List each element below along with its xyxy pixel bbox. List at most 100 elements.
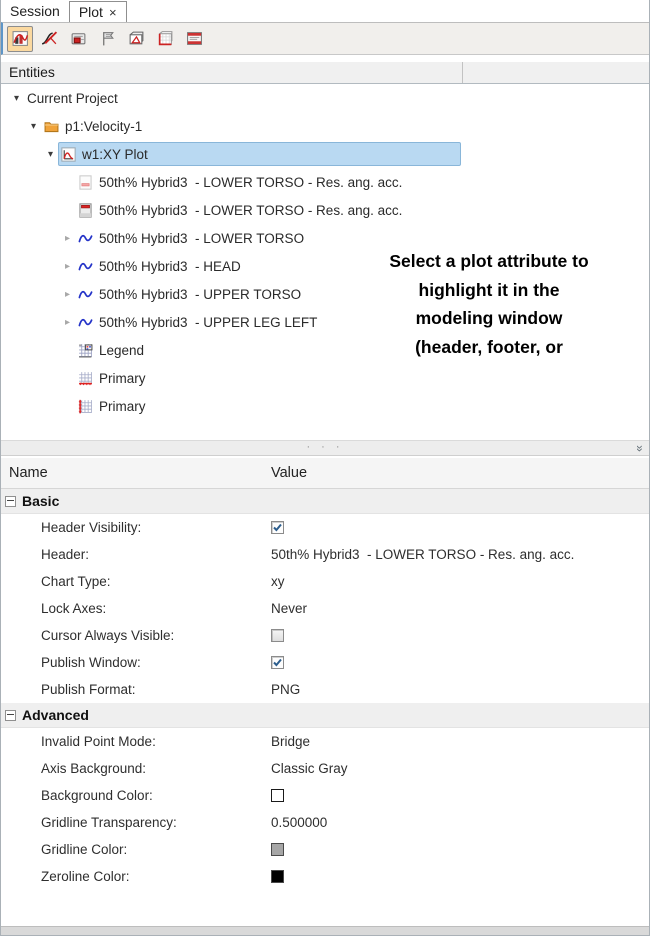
property-value[interactable] (271, 870, 284, 883)
property-value[interactable]: xy (271, 574, 285, 589)
property-row: Background Color: (1, 782, 649, 809)
curve-icon (78, 287, 93, 302)
property-value[interactable] (271, 789, 284, 802)
tree-item-label: 50th% Hybrid3 - LOWER TORSO (99, 231, 304, 246)
tree-item-label: Primary (99, 399, 146, 414)
collapse-minus-icon[interactable] (5, 710, 16, 721)
property-label: Chart Type: (41, 574, 111, 589)
property-value[interactable]: PNG (271, 682, 300, 697)
tree-item-content: p1:Velocity-1 (41, 114, 461, 138)
tree-item-content: w1:XY Plot (58, 142, 461, 166)
tree-item[interactable]: Primary (1, 392, 649, 420)
tree-item[interactable]: ▾w1:XY Plot (1, 140, 649, 168)
notes-icon (70, 30, 87, 47)
property-label: Gridline Transparency: (41, 815, 177, 830)
toolbar-axes-button[interactable] (152, 26, 178, 52)
horizontal-axis-icon (78, 371, 93, 386)
tree-item[interactable]: Primary (1, 364, 649, 392)
name-column-header[interactable]: Name (9, 465, 48, 481)
tree-item-label: p1:Velocity-1 (65, 119, 142, 134)
tree-item[interactable]: ▸50th% Hybrid3 - UPPER TORSO (1, 280, 649, 308)
property-label: Lock Axes: (41, 601, 106, 616)
toolbar-curves-button[interactable] (36, 26, 62, 52)
checkbox-checked[interactable] (271, 656, 284, 669)
plot-browser-panel: SessionPlot× Entities ▾Current Project▾p… (0, 0, 650, 936)
vertical-axis-icon (78, 399, 93, 414)
entities-column-header[interactable]: Entities (1, 62, 463, 83)
collapse-arrow-icon[interactable]: ▾ (9, 93, 24, 104)
tree-column-header: Entities (1, 62, 649, 84)
extra-column-header[interactable] (463, 62, 649, 83)
property-label: Header Visibility: (41, 520, 141, 535)
tab-session[interactable]: Session (1, 1, 69, 22)
tree-item[interactable]: ▸ 50th% Hybrid3 - LOWER TORSO (1, 224, 649, 252)
tree-item[interactable]: ▾ p1:Velocity-1 (1, 112, 649, 140)
checkbox-unchecked[interactable] (271, 629, 284, 642)
collapse-arrow-icon[interactable]: ▾ (43, 149, 58, 160)
expand-arrow-icon[interactable]: ▸ (60, 317, 75, 328)
toolbar-notes-button[interactable] (65, 26, 91, 52)
color-swatch[interactable] (271, 843, 284, 856)
curve-icon (78, 231, 93, 246)
splitter-handle[interactable]: · · · » (1, 440, 649, 456)
axes-icon (157, 30, 174, 47)
property-value[interactable]: Classic Gray (271, 761, 348, 776)
tree-item[interactable]: ▸50th% Hybrid3 - HEAD (1, 252, 649, 280)
section-title: Advanced (22, 707, 89, 723)
tree-item[interactable]: Legend (1, 336, 649, 364)
value-column-header[interactable]: Value (271, 465, 307, 481)
splitter-grip-dots: · · · (1, 441, 649, 454)
property-row: Header: 50th% Hybrid3 - LOWER TORSO - Res… (1, 541, 649, 568)
section-basic[interactable]: Basic (1, 489, 649, 514)
tree-item-content: Primary (75, 366, 461, 390)
entities-tree: ▾Current Project▾p1:Velocity-1▾w1:XY Plo… (1, 84, 649, 440)
property-value[interactable] (271, 629, 284, 642)
expand-arrow-icon[interactable]: ▸ (60, 261, 75, 272)
property-label: Background Color: (41, 788, 153, 803)
tree-item[interactable]: 50th% Hybrid3 - LOWER TORSO - Res. ang. … (1, 196, 649, 224)
collapse-arrow-icon[interactable]: ▾ (26, 121, 41, 132)
tree-item-label: 50th% Hybrid3 - UPPER LEG LEFT (99, 315, 317, 330)
toolbar-flags-button[interactable] (94, 26, 120, 52)
toolbar-plot-window-button[interactable] (123, 26, 149, 52)
property-row: Publish Format:PNG (1, 676, 649, 703)
expand-arrow-icon[interactable]: ▸ (60, 289, 75, 300)
plots-icon (12, 30, 29, 47)
tree-item-content: 50th% Hybrid3 - UPPER LEG LEFT (75, 310, 461, 334)
expand-arrow-icon[interactable]: ▸ (60, 233, 75, 244)
toolbar-headers-button[interactable] (181, 26, 207, 52)
footer-attribute-icon (78, 203, 93, 218)
headers-icon (186, 30, 203, 47)
property-value[interactable] (271, 843, 284, 856)
collapse-minus-icon[interactable] (5, 496, 16, 507)
status-bar (1, 926, 649, 935)
plot-window-icon (128, 30, 145, 47)
tree-item[interactable]: 50th% Hybrid3 - LOWER TORSO - Res. ang. … (1, 168, 649, 196)
tree-item-content: 50th% Hybrid3 - LOWER TORSO - Res. ang. … (75, 198, 461, 222)
toolbar-plots-button[interactable] (7, 26, 33, 52)
property-value[interactable] (271, 656, 284, 669)
checkbox-checked[interactable] (271, 521, 284, 534)
property-value[interactable]: 50th% Hybrid3 - LOWER TORSO - Res. ang. … (271, 547, 574, 562)
tree-item[interactable]: ▸ 50th% Hybrid3 - UPPER LEG LEFT (1, 308, 649, 336)
tree-item-label: Primary (99, 371, 146, 386)
property-row: Gridline Transparency: 0.500000 (1, 809, 649, 836)
property-value[interactable] (271, 521, 284, 534)
property-label: Axis Background: (41, 761, 146, 776)
section-advanced[interactable]: Advanced (1, 703, 649, 728)
xy-plot-icon (61, 147, 76, 162)
tab-close-icon[interactable]: × (109, 5, 117, 20)
property-value[interactable]: Never (271, 601, 307, 616)
property-value[interactable]: Bridge (271, 734, 310, 749)
property-label: Header: (41, 547, 89, 562)
color-swatch[interactable] (271, 789, 284, 802)
tree-item-label: 50th% Hybrid3 - LOWER TORSO - Res. ang. … (99, 203, 402, 218)
legend-icon (78, 343, 93, 358)
tree-item[interactable]: ▾Current Project (1, 84, 649, 112)
collapse-chevron-icon[interactable]: » (633, 445, 646, 452)
curve-icon (78, 315, 93, 330)
property-value[interactable]: 0.500000 (271, 815, 327, 830)
property-row: Axis Background: Classic Gray (1, 755, 649, 782)
color-swatch[interactable] (271, 870, 284, 883)
tab-plot[interactable]: Plot× (69, 1, 127, 22)
